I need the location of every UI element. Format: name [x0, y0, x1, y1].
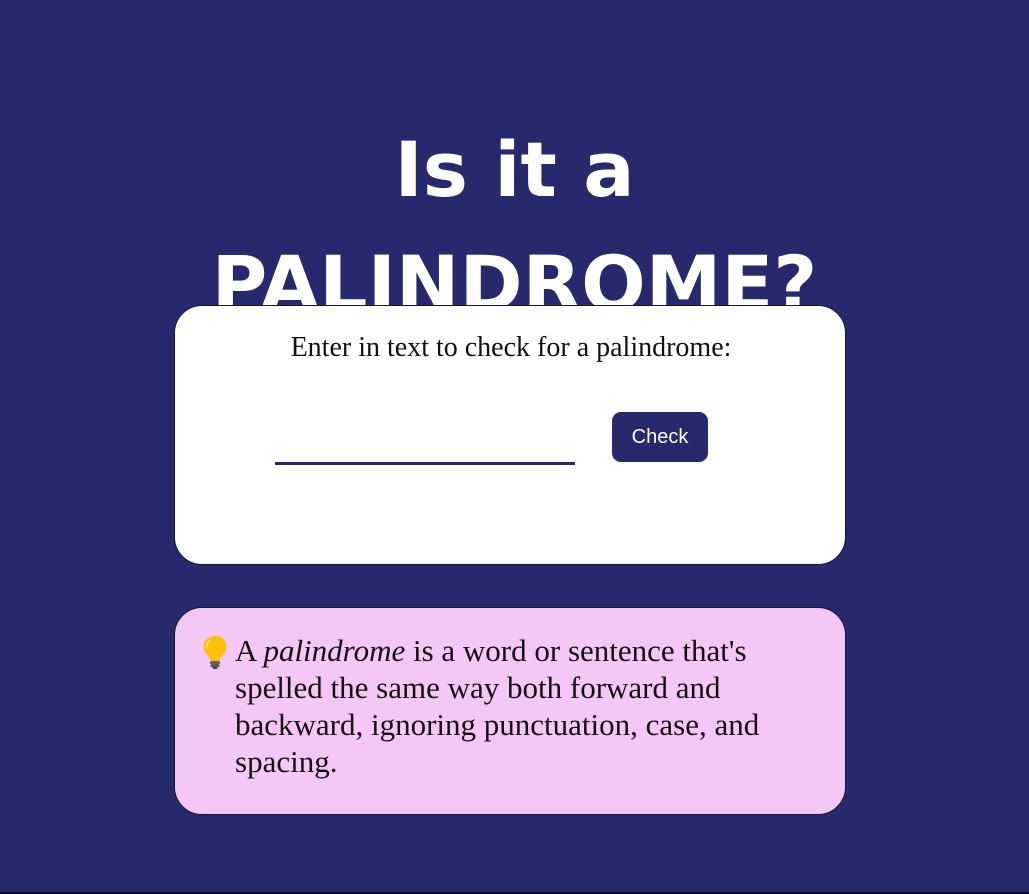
palindrome-definition-card: A palindrome is a word or sentence that'…	[174, 607, 846, 815]
definition-intro: A	[235, 633, 264, 668]
input-prompt-label: Enter in text to check for a palindrome:	[290, 332, 732, 363]
check-button[interactable]: Check	[611, 411, 709, 463]
palindrome-checker-card: Enter in text to check for a palindrome:…	[174, 305, 846, 565]
palindrome-text-input[interactable]	[275, 409, 575, 465]
lightbulb-icon	[203, 636, 227, 669]
palindrome-definition-text: A palindrome is a word or sentence that'…	[235, 632, 815, 780]
title-line-1: Is it a	[394, 124, 635, 214]
definition-emphasis: palindrome	[263, 633, 406, 668]
